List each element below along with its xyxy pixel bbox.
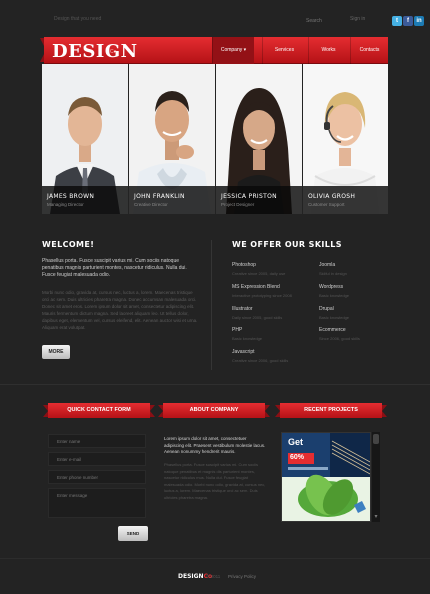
more-button[interactable]: MORE <box>42 345 70 359</box>
member-name: JOHN FRANKLIN <box>134 193 185 200</box>
site-tagline: Design that you need <box>54 16 102 22</box>
team-member[interactable]: JESSICA PRISTON Project Designer <box>216 64 302 214</box>
skill-name: Javascript <box>232 349 255 355</box>
phone-field[interactable] <box>48 470 146 484</box>
skill-desc: Since 2006, good skills <box>319 336 360 341</box>
scrollbar-thumb[interactable] <box>373 434 379 444</box>
member-role: Managing Director <box>47 202 84 207</box>
skill-desc: Creative since 2006, good skills <box>232 358 289 363</box>
projects-heading: RECENT PROJECTS <box>275 403 387 418</box>
project-badge: 60% <box>290 454 305 461</box>
nav-contacts[interactable]: Contacts <box>350 37 388 64</box>
member-role: Creative Director <box>134 202 168 207</box>
skill-item: Joomla Skilful in design <box>319 262 347 276</box>
project-heading: Get <box>288 437 304 447</box>
member-name: JAMES BROWN <box>47 193 95 200</box>
nav-company[interactable]: Company ▾ <box>212 37 254 64</box>
skill-item: Photoshop Creative since 2005, daily use <box>232 262 285 276</box>
projects-scrollbar[interactable] <box>372 432 380 522</box>
member-role: Project Designer <box>221 202 255 207</box>
footer-copyright: © 2011 <box>206 574 221 579</box>
chevron-down-icon[interactable]: ▾ <box>373 514 379 520</box>
nav-services[interactable]: Services <box>262 37 306 64</box>
email-field[interactable] <box>48 452 146 466</box>
skill-name: PHP <box>232 327 243 333</box>
skill-desc: Basic knowledge <box>319 315 350 320</box>
contact-form-heading: QUICK CONTACT FORM <box>43 403 155 418</box>
topbar: Design that you need Sign in t f in <box>42 10 424 32</box>
name-field[interactable] <box>48 434 146 448</box>
skill-desc: Daily since 2005, good skills <box>232 315 283 320</box>
member-name: OLIVIA GROSH <box>308 193 356 200</box>
skills-title: WE OFFER OUR SKILLS <box>232 240 342 249</box>
skill-name: Joomla <box>319 262 336 268</box>
skill-item: MS Expression Blend Interactive prototyp… <box>232 284 292 298</box>
page: Design that you need Sign in t f in DESI… <box>0 0 430 594</box>
facebook-icon[interactable]: f <box>403 16 413 26</box>
member-caption: OLIVIA GROSH Customer Support <box>303 186 388 214</box>
skill-name: Photoshop <box>232 262 256 268</box>
about-body: Phasellus porta. Fusce suscipit varius m… <box>164 462 266 500</box>
search-input[interactable] <box>306 16 348 25</box>
section-divider <box>211 240 212 370</box>
welcome-lead: Phasellus porta. Fusce suscipit varius m… <box>42 258 187 278</box>
skill-item: PHP Basic knowledge <box>232 327 262 341</box>
welcome-title: WELCOME! <box>42 240 95 249</box>
team-member[interactable]: JAMES BROWN Managing Director <box>42 64 128 214</box>
about-heading: ABOUT COMPANY <box>158 403 270 418</box>
signin-link[interactable]: Sign in <box>350 16 365 22</box>
team-member[interactable]: JOHN FRANKLIN Creative Director <box>129 64 215 214</box>
nav-works[interactable]: Works <box>308 37 348 64</box>
skill-item: Javascript Creative since 2006, good ski… <box>232 349 288 363</box>
skill-name: Illustrator <box>232 306 253 312</box>
project-thumbnail[interactable]: Get 60% <box>281 432 371 522</box>
skill-item: Illustrator Daily since 2005, good skill… <box>232 306 282 320</box>
skill-item: Ecommerce Since 2006, good skills <box>319 327 360 341</box>
linkedin-icon[interactable]: in <box>414 16 424 26</box>
member-caption: JAMES BROWN Managing Director <box>42 186 128 214</box>
member-caption: JESSICA PRISTON Project Designer <box>216 186 302 214</box>
skill-name: Ecommerce <box>319 327 346 333</box>
about-lead: Lorem ipsum dolor sit amet, consectetuer… <box>164 436 266 454</box>
privacy-link[interactable]: Privacy Policy <box>228 574 256 579</box>
welcome-body: Morbi nunc odio, gravida at, cursus nec,… <box>42 290 198 330</box>
member-name: JESSICA PRISTON <box>221 193 277 200</box>
skill-name: MS Expression Blend <box>232 284 280 290</box>
member-role: Customer Support <box>308 202 345 207</box>
skill-desc: Skilful in design <box>319 271 347 276</box>
team-strip: JAMES BROWN Managing Director JOHN FRANK… <box>42 64 388 214</box>
site-logo[interactable]: DESIGN <box>52 41 138 62</box>
footer-logo-text: DESIGN <box>178 573 204 580</box>
skill-name: Wordpress <box>319 284 344 290</box>
section-separator <box>0 384 430 385</box>
chevron-down-icon: ▾ <box>243 47 247 53</box>
logo-suffix: Co <box>110 49 117 55</box>
team-member[interactable]: OLIVIA GROSH Customer Support <box>303 64 388 214</box>
member-caption: JOHN FRANKLIN Creative Director <box>129 186 215 214</box>
skill-desc: Basic knowledge <box>319 293 350 298</box>
header-bar: DESIGN Co Company ▾ Services Works Conta… <box>44 37 388 64</box>
skill-desc: Creative since 2005, daily use <box>232 271 286 276</box>
twitter-icon[interactable]: t <box>392 16 402 26</box>
skill-desc: Interactive prototyping since 2008 <box>232 293 292 298</box>
message-field[interactable] <box>48 488 146 518</box>
skill-item: Drupal Basic knowledge <box>319 306 349 320</box>
send-button[interactable]: SEND <box>118 526 148 541</box>
footer-divider <box>0 558 430 559</box>
skill-desc: Basic knowledge <box>232 336 263 341</box>
skill-name: Drupal <box>319 306 334 312</box>
nav-company-label: Company <box>220 47 243 53</box>
skill-item: Wordpress Basic knowledge <box>319 284 349 298</box>
